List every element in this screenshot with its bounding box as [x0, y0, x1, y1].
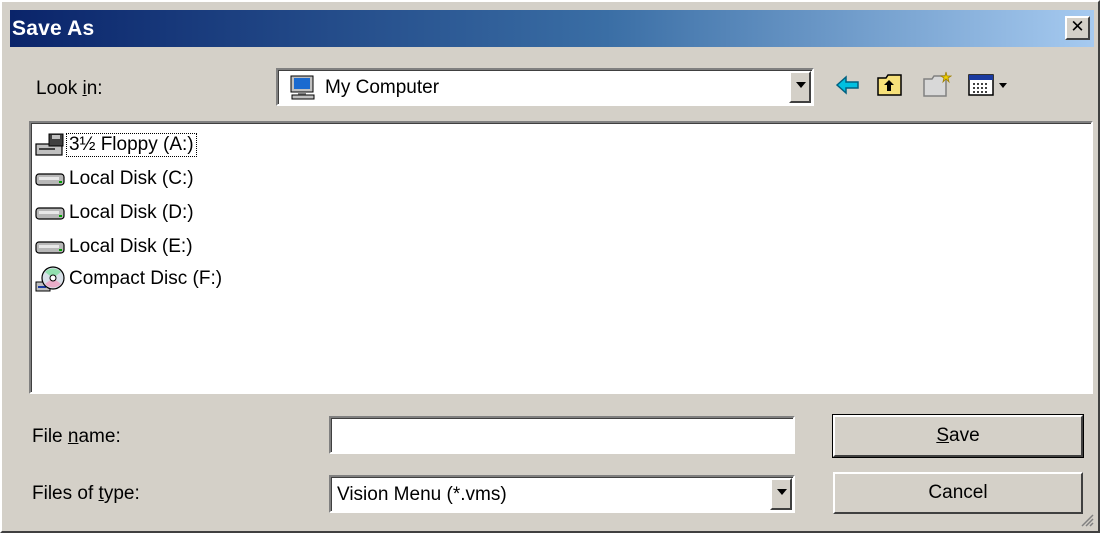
dialog-title: Save As: [12, 17, 95, 40]
list-item-local-disk-c[interactable]: Local Disk (C:): [35, 165, 196, 193]
list-item-compact-disc-f[interactable]: Compact Disc (F:): [35, 265, 224, 293]
file-name-label: 3½ Floppy (A:): [66, 133, 197, 157]
file-name-input[interactable]: [329, 416, 795, 454]
close-button[interactable]: ✕: [1065, 16, 1090, 40]
file-name-field-label: File name:: [32, 426, 121, 447]
look-in-dropdown-button[interactable]: [789, 71, 811, 103]
new-folder-icon[interactable]: [922, 70, 953, 103]
cd-drive-icon: [35, 266, 67, 292]
look-in-value: My Computer: [325, 77, 440, 98]
view-menu-icon[interactable]: [967, 73, 1015, 102]
file-type-value: Vision Menu (*.vms): [337, 484, 507, 505]
file-type-dropdown-button[interactable]: [770, 478, 792, 510]
file-name-label: Compact Disc (F:): [69, 268, 223, 289]
list-item-local-disk-d[interactable]: Local Disk (D:): [35, 199, 196, 227]
floppy-drive-icon: [35, 132, 67, 158]
computer-icon: [288, 75, 318, 106]
file-name-label: Local Disk (C:): [69, 168, 194, 189]
resize-grip-icon[interactable]: [1080, 513, 1094, 527]
list-item-floppy[interactable]: 3½ Floppy (A:): [35, 131, 197, 159]
hard-disk-icon: [35, 166, 67, 192]
look-in-combobox[interactable]: My Computer: [276, 68, 814, 106]
cancel-button[interactable]: Cancel: [833, 472, 1083, 514]
file-type-select[interactable]: Vision Menu (*.vms): [329, 475, 795, 513]
save-as-dialog: Save As ✕ Look in: My Computer 3½ Floppy…: [0, 0, 1100, 533]
file-list[interactable]: 3½ Floppy (A:) Local Disk (C:) Local Dis…: [29, 121, 1093, 394]
hard-disk-icon: [35, 234, 67, 260]
close-icon: ✕: [1070, 17, 1085, 37]
hard-disk-icon: [35, 200, 67, 226]
title-bar[interactable]: Save As ✕: [10, 10, 1094, 47]
file-name-label: Local Disk (D:): [69, 202, 194, 223]
save-button[interactable]: Save: [832, 414, 1084, 458]
up-folder-icon[interactable]: [876, 72, 904, 103]
list-item-local-disk-e[interactable]: Local Disk (E:): [35, 233, 195, 261]
back-arrow-icon[interactable]: [835, 74, 861, 101]
look-in-label: Look in:: [36, 78, 103, 99]
file-type-label: Files of type:: [32, 483, 140, 504]
file-name-label: Local Disk (E:): [69, 236, 193, 257]
